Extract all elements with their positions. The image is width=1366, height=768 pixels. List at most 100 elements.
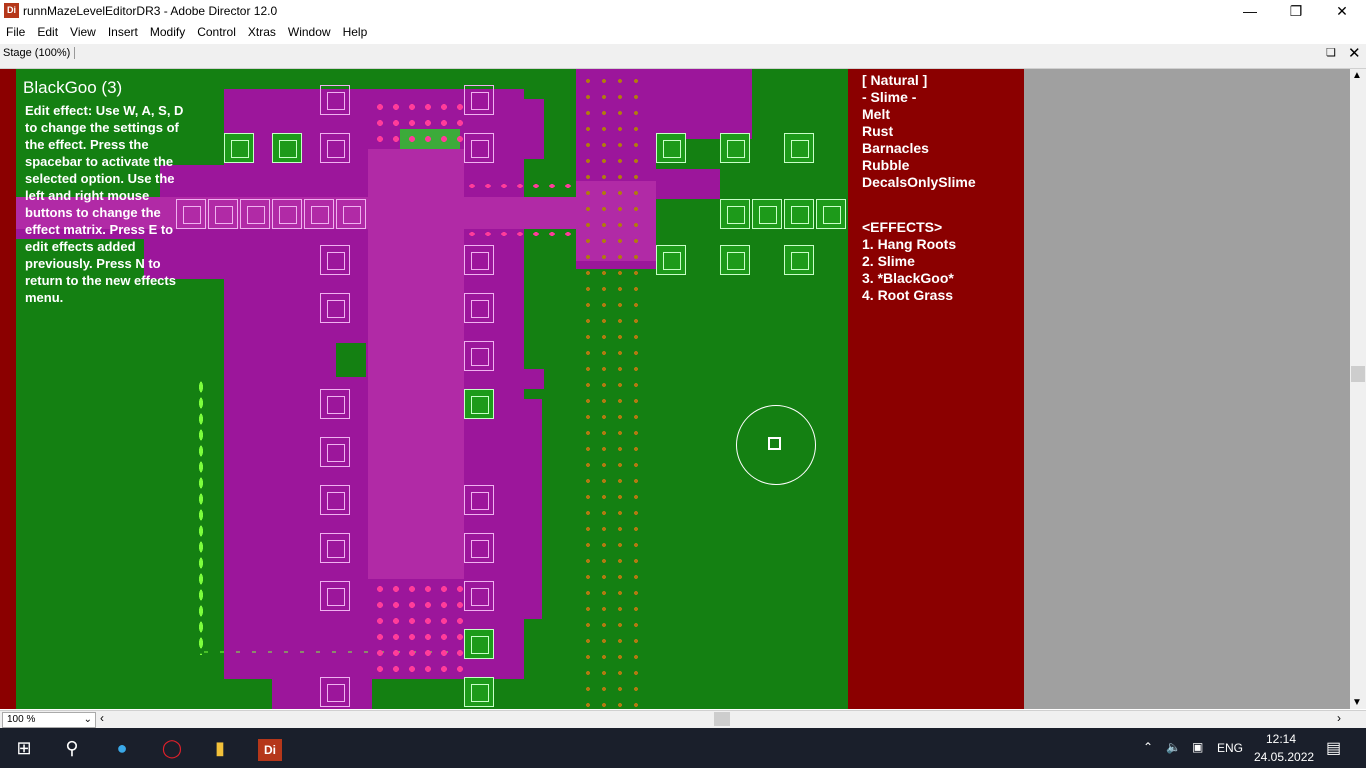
tile	[656, 133, 686, 163]
option-item[interactable]: Barnacles	[862, 140, 929, 157]
goo-dots	[464, 229, 576, 239]
effects-panel: [ Natural ] - Slime - Melt Rust Barnacle…	[848, 69, 1024, 709]
option-item[interactable]: - Slime -	[862, 89, 916, 106]
menu-file[interactable]: File	[0, 23, 31, 41]
tile	[464, 485, 494, 515]
taskbar: ⊞ ⚲ ● ◯ ▮ Di ⌃ 🔈 ▣ ENG 12:14 24.05.2022 …	[0, 728, 1366, 768]
tile	[720, 133, 750, 163]
scroll-left-icon[interactable]: ‹	[100, 711, 104, 725]
director-taskbar-icon[interactable]: Di	[246, 728, 294, 768]
stage-status-bar	[0, 710, 1366, 729]
tile	[320, 245, 350, 275]
menu-control[interactable]: Control	[191, 23, 242, 41]
tile	[784, 245, 814, 275]
tile	[720, 199, 750, 229]
effect-item[interactable]: 2. Slime	[862, 253, 915, 270]
menu-modify[interactable]: Modify	[144, 23, 191, 41]
menu-xtras[interactable]: Xtras	[242, 23, 282, 41]
search-icon[interactable]: ⚲	[48, 728, 96, 768]
tile	[272, 199, 302, 229]
window-title: runnMazeLevelEditorDR3 - Adobe Director …	[23, 4, 278, 18]
effect-item[interactable]: 4. Root Grass	[862, 287, 953, 304]
tile	[464, 389, 494, 419]
file-explorer-icon[interactable]: ▮	[196, 728, 244, 768]
goo-dots	[372, 581, 464, 677]
tile	[336, 199, 366, 229]
windows-start-icon[interactable]: ⊞	[0, 728, 48, 768]
panel-menu-icon[interactable]: ❏	[1326, 46, 1336, 59]
tile	[464, 533, 494, 563]
tile	[320, 533, 350, 563]
tile	[816, 199, 846, 229]
goo-dots	[464, 181, 576, 191]
effect-item[interactable]: 1. Hang Roots	[862, 236, 956, 253]
tile	[320, 85, 350, 115]
network-icon[interactable]: ▣	[1192, 740, 1203, 754]
language-indicator[interactable]: ENG	[1217, 741, 1243, 755]
scroll-right-icon[interactable]: ›	[1337, 711, 1341, 725]
clock-date[interactable]: 24.05.2022	[1254, 750, 1314, 764]
effect-title: BlackGoo (3)	[23, 78, 123, 97]
tile	[720, 245, 750, 275]
tile	[320, 437, 350, 467]
menu-help[interactable]: Help	[337, 23, 374, 41]
menu-edit[interactable]: Edit	[31, 23, 64, 41]
edge-browser-icon[interactable]: ●	[98, 728, 146, 768]
chevron-down-icon: ⌄	[83, 714, 92, 725]
tile	[320, 293, 350, 323]
tray-chevron-up-icon[interactable]: ⌃	[1143, 740, 1153, 754]
director-app-icon[interactable]: Di	[4, 3, 19, 18]
minimize-button[interactable]: —	[1227, 0, 1273, 22]
grass-patch	[336, 343, 366, 377]
vertical-scrollbar[interactable]	[1350, 69, 1366, 709]
rubble-dots	[580, 73, 650, 709]
close-button[interactable]: ✕	[1319, 0, 1365, 22]
option-item[interactable]: Melt	[862, 106, 890, 123]
notifications-icon[interactable]: ▤	[1326, 738, 1341, 758]
tile	[320, 581, 350, 611]
tile	[320, 389, 350, 419]
tile	[272, 133, 302, 163]
stage-left-border	[0, 69, 16, 709]
zoom-select[interactable]: 100 % ⌄	[2, 712, 96, 728]
effect-item-selected[interactable]: 3. *BlackGoo*	[862, 270, 954, 287]
clock-time[interactable]: 12:14	[1266, 732, 1296, 746]
tile	[320, 485, 350, 515]
effects-header: <EFFECTS>	[862, 219, 943, 235]
tile	[320, 133, 350, 163]
scroll-down-icon[interactable]: ▼	[1352, 697, 1362, 708]
path-dots	[198, 379, 204, 655]
tab-stage[interactable]: Stage (100%)	[3, 47, 76, 59]
volume-icon[interactable]: 🔈	[1166, 740, 1181, 754]
goo-dots	[372, 99, 464, 149]
category-label[interactable]: [ Natural ]	[862, 72, 927, 89]
goo-region	[464, 369, 544, 389]
tile	[464, 133, 494, 163]
tile	[464, 293, 494, 323]
tile	[784, 199, 814, 229]
zoom-value: 100 %	[7, 714, 36, 725]
option-item[interactable]: Rust	[862, 123, 893, 140]
option-item[interactable]: Rubble	[862, 157, 909, 174]
tile	[752, 199, 782, 229]
menu-insert[interactable]: Insert	[102, 23, 144, 41]
restore-button[interactable]: ❐	[1273, 0, 1319, 22]
opera-browser-icon[interactable]: ◯	[148, 728, 196, 768]
tile	[784, 133, 814, 163]
panel-close-icon[interactable]: ✕	[1348, 44, 1361, 62]
tile	[240, 199, 270, 229]
tile	[304, 199, 334, 229]
scroll-up-icon[interactable]: ▲	[1352, 70, 1362, 81]
help-text: Edit effect: Use W, A, S, D to change th…	[25, 103, 184, 305]
tile	[224, 133, 254, 163]
vertical-scroll-thumb[interactable]	[1351, 366, 1365, 382]
menu-window[interactable]: Window	[282, 23, 337, 41]
tile	[656, 245, 686, 275]
menu-view[interactable]: View	[64, 23, 102, 41]
tile	[464, 629, 494, 659]
tile	[464, 581, 494, 611]
option-item[interactable]: DecalsOnlySlime	[862, 174, 976, 191]
brush-cursor-square	[768, 437, 781, 450]
horizontal-scroll-thumb[interactable]	[714, 712, 730, 726]
director-taskbar-label: Di	[258, 739, 282, 761]
